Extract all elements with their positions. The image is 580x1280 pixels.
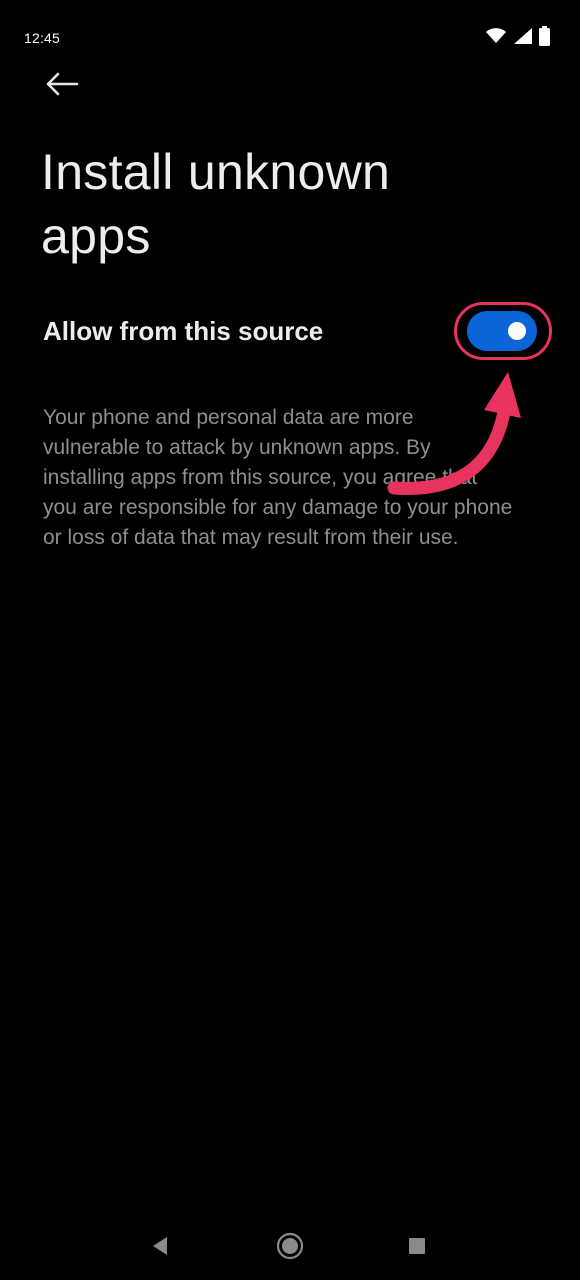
toggle-knob <box>508 322 526 340</box>
recents-square-icon <box>408 1237 426 1260</box>
battery-icon <box>539 26 550 51</box>
warning-description: Your phone and personal data are more vu… <box>43 406 513 549</box>
nav-back-button[interactable] <box>142 1230 178 1266</box>
back-button[interactable] <box>38 64 86 108</box>
wifi-icon <box>485 27 507 50</box>
status-bar: 12:45 <box>0 0 580 78</box>
setting-label: Allow from this source <box>43 316 324 346</box>
page-title: Install unknown apps <box>41 144 391 264</box>
status-time: 12:45 <box>24 30 61 46</box>
back-triangle-icon <box>151 1236 169 1261</box>
navigation-bar <box>0 1210 580 1280</box>
signal-icon <box>513 27 533 50</box>
allow-source-toggle[interactable] <box>467 311 537 351</box>
nav-recents-button[interactable] <box>399 1230 435 1266</box>
home-circle-icon <box>276 1232 304 1265</box>
nav-home-button[interactable] <box>272 1230 308 1266</box>
status-icons <box>485 26 550 51</box>
allow-from-source-row[interactable]: Allow from this source <box>0 298 580 370</box>
arrow-left-icon <box>45 72 79 101</box>
